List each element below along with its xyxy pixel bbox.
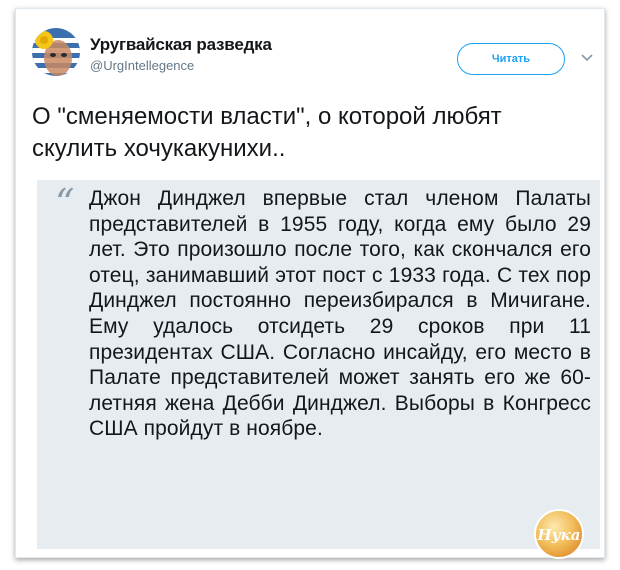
follow-button-label: Читать (491, 53, 531, 65)
watermark-text: Нука (536, 526, 580, 544)
account-handle[interactable]: @UrgIntellegence (90, 58, 194, 73)
tweet-text: О "сменяемости власти", о которой любят … (32, 103, 502, 162)
quote-mark: “ (55, 181, 75, 225)
quote-text: Джон Динджел впервые стал членом Палаты … (89, 187, 591, 441)
avatar[interactable] (32, 28, 80, 76)
watermark-logo: Нука (534, 509, 584, 559)
account-name[interactable]: Уругвайская разведка (90, 35, 272, 55)
quote-block: “ Джон Динджел впервые стал членом Палат… (37, 180, 600, 549)
avatar-image (32, 28, 80, 76)
follow-button[interactable]: Читать (457, 43, 565, 75)
chevron-down-icon[interactable] (580, 53, 594, 63)
tweet-card: Уругвайская разведка @UrgIntellegence Чи… (15, 8, 605, 558)
